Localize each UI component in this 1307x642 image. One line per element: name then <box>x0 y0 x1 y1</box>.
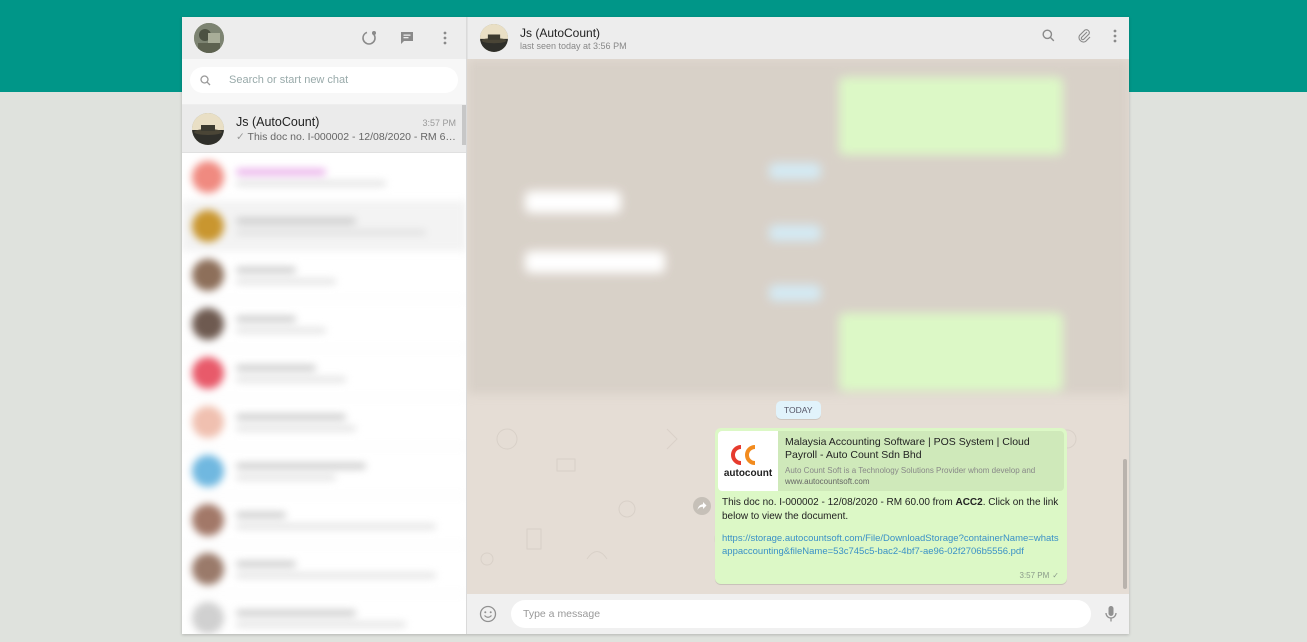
chat-list-scrollbar[interactable] <box>462 105 466 145</box>
list-item[interactable] <box>182 594 466 634</box>
contact-avatar[interactable] <box>480 24 508 52</box>
search-icon <box>200 74 211 86</box>
attach-icon[interactable] <box>1077 28 1091 48</box>
chat-list: Js (AutoCount) 3:57 PM ✓ This doc no. I-… <box>182 105 466 634</box>
message-footer: 3:57 PM ✓ <box>1020 571 1060 580</box>
chat-preview: ✓ This doc no. I-000002 - 12/08/2020 - R… <box>236 131 456 143</box>
sent-check-icon: ✓ <box>1052 571 1059 580</box>
list-item[interactable] <box>182 447 466 496</box>
list-item[interactable] <box>182 398 466 447</box>
composer <box>467 594 1129 634</box>
outgoing-message[interactable]: autocount Malaysia Accounting Software |… <box>715 428 1067 584</box>
sidebar-header <box>182 17 466 59</box>
user-avatar[interactable] <box>194 23 224 53</box>
blurred-history <box>467 59 1129 394</box>
search-input[interactable] <box>229 74 429 86</box>
autocount-logo: autocount <box>718 431 778 491</box>
sent-check-icon: ✓ <box>236 130 245 143</box>
logo-text: autocount <box>723 468 773 479</box>
menu-icon[interactable] <box>436 29 454 47</box>
message-input[interactable] <box>511 600 1091 628</box>
link-preview-url: www.autocountsoft.com <box>785 477 870 486</box>
list-item[interactable] <box>182 545 466 594</box>
list-item[interactable] <box>182 349 466 398</box>
link-preview[interactable]: autocount Malaysia Accounting Software |… <box>718 431 1064 491</box>
chat-header: Js (AutoCount) last seen today at 3:56 P… <box>467 17 1129 59</box>
list-item[interactable] <box>182 496 466 545</box>
contact-info[interactable]: Js (AutoCount) last seen today at 3:56 P… <box>520 26 1030 51</box>
search-bar <box>182 59 466 105</box>
chat-item-js-autocount[interactable]: Js (AutoCount) 3:57 PM ✓ This doc no. I-… <box>182 105 466 153</box>
message-text: This doc no. I-000002 - 12/08/2020 - RM … <box>718 491 1064 524</box>
search-box[interactable] <box>190 67 458 93</box>
document-link[interactable]: https://storage.autocountsoft.com/File/D… <box>718 524 1064 558</box>
chat-preview-text: This doc no. I-000002 - 12/08/2020 - RM … <box>247 130 456 143</box>
list-item[interactable] <box>182 251 466 300</box>
message-text-bold: ACC2 <box>955 497 983 508</box>
list-item[interactable] <box>182 300 466 349</box>
microphone-icon[interactable] <box>1105 605 1117 623</box>
emoji-icon[interactable] <box>479 605 497 623</box>
menu-icon[interactable] <box>1113 29 1117 48</box>
list-item[interactable] <box>182 202 466 251</box>
sidebar: Js (AutoCount) 3:57 PM ✓ This doc no. I-… <box>182 17 467 634</box>
message-area[interactable]: TODAY autocount Malaysia Accounting Soft… <box>467 59 1129 594</box>
link-preview-title: Malaysia Accounting Software | POS Syste… <box>785 436 1030 461</box>
forward-icon[interactable] <box>693 497 711 515</box>
message-text-part: This doc no. I-000002 - 12/08/2020 - RM … <box>722 497 956 508</box>
chat-time: 3:57 PM <box>422 117 456 128</box>
status-icon[interactable] <box>360 29 378 47</box>
blurred-chat-items <box>182 153 466 634</box>
chat-name: Js (AutoCount) <box>236 114 320 129</box>
contact-name: Js (AutoCount) <box>520 25 601 40</box>
whatsapp-web-window: Js (AutoCount) 3:57 PM ✓ This doc no. I-… <box>182 17 1129 634</box>
list-item[interactable] <box>182 153 466 202</box>
date-divider: TODAY <box>776 401 821 419</box>
chat-panel: Js (AutoCount) last seen today at 3:56 P… <box>467 17 1129 634</box>
message-time: 3:57 PM <box>1019 571 1050 580</box>
new-chat-icon[interactable] <box>398 29 416 47</box>
link-preview-description: Auto Count Soft is a Technology Solution… <box>785 466 1036 475</box>
contact-avatar <box>192 112 224 145</box>
last-seen-status: last seen today at 3:56 PM <box>520 40 627 51</box>
message-scrollbar[interactable] <box>1123 459 1127 589</box>
search-icon[interactable] <box>1042 28 1055 48</box>
